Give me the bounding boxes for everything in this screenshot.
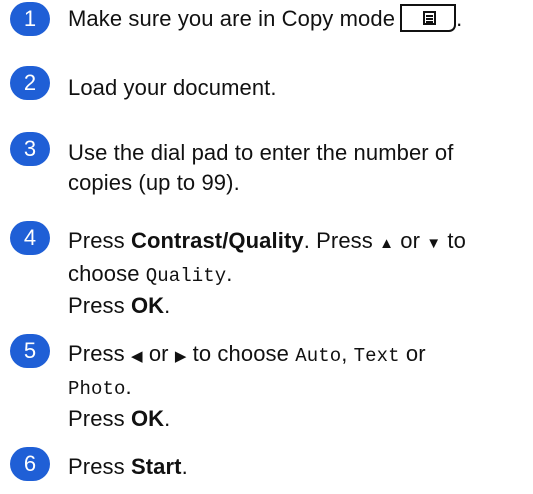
down-arrow-icon: ▼ <box>426 235 442 252</box>
step-text-part: Press <box>68 228 125 253</box>
step-text-part: Press <box>68 406 125 431</box>
step-text: Press Contrast/Quality. Press ▲ or ▼ to … <box>68 226 530 321</box>
step-text-part: choose <box>68 261 140 286</box>
step-text: Use the dial pad to enter the number of … <box>68 138 530 198</box>
step-number-badge: 1 <box>10 2 50 36</box>
step-text-part: , <box>341 341 348 366</box>
menu-option-photo: Photo <box>68 378 126 400</box>
step-number-badge: 6 <box>10 447 50 481</box>
step-text: Load your document. <box>68 75 277 100</box>
menu-option-text: Text <box>353 345 400 367</box>
left-arrow-icon: ◀ <box>130 348 143 365</box>
step-text-line: Use the dial pad to enter the number of <box>68 140 454 165</box>
menu-option-auto: Auto <box>295 345 342 367</box>
document-icon <box>423 11 437 25</box>
step-text-part: . Press <box>303 228 373 253</box>
step-number-badge: 5 <box>10 334 50 368</box>
step-text: Press Start. <box>68 452 530 482</box>
step-text-line: copies (up to 99). <box>68 170 240 195</box>
step-number-badge: 2 <box>10 66 50 100</box>
up-arrow-icon: ▲ <box>379 235 395 252</box>
step-text-part: . <box>456 6 463 31</box>
copy-mode-icon <box>400 4 457 32</box>
ok-key: OK <box>130 293 165 318</box>
contrast-quality-key: Contrast/Quality <box>130 228 304 253</box>
step-text: Make sure you are in Copy mode. <box>68 4 530 34</box>
step-text-part: Press <box>68 341 125 366</box>
menu-option-quality: Quality <box>145 265 227 287</box>
step-text-part: . <box>164 293 171 318</box>
step-text-part: Press <box>68 293 125 318</box>
step-number-badge: 3 <box>10 132 50 166</box>
step-text-part: . <box>164 406 171 431</box>
ok-key: OK <box>130 406 165 431</box>
step-text-part: . <box>226 261 233 286</box>
step-text-part: . <box>181 454 188 479</box>
step-text-part: or <box>405 341 426 366</box>
step-text-part: or <box>148 341 169 366</box>
step-text-part: . <box>125 374 132 399</box>
step-text-part: or <box>400 228 421 253</box>
step-number-badge: 4 <box>10 221 50 255</box>
step-text-part: to <box>447 228 466 253</box>
step-text-part: Make sure you are in Copy mode <box>68 6 396 31</box>
step-text: Press ◀ or ▶ to choose Auto, Text or Pho… <box>68 339 530 434</box>
step-text-part: Press <box>68 454 125 479</box>
right-arrow-icon: ▶ <box>174 348 187 365</box>
start-key: Start <box>130 454 182 479</box>
step-text-part: to choose <box>192 341 289 366</box>
